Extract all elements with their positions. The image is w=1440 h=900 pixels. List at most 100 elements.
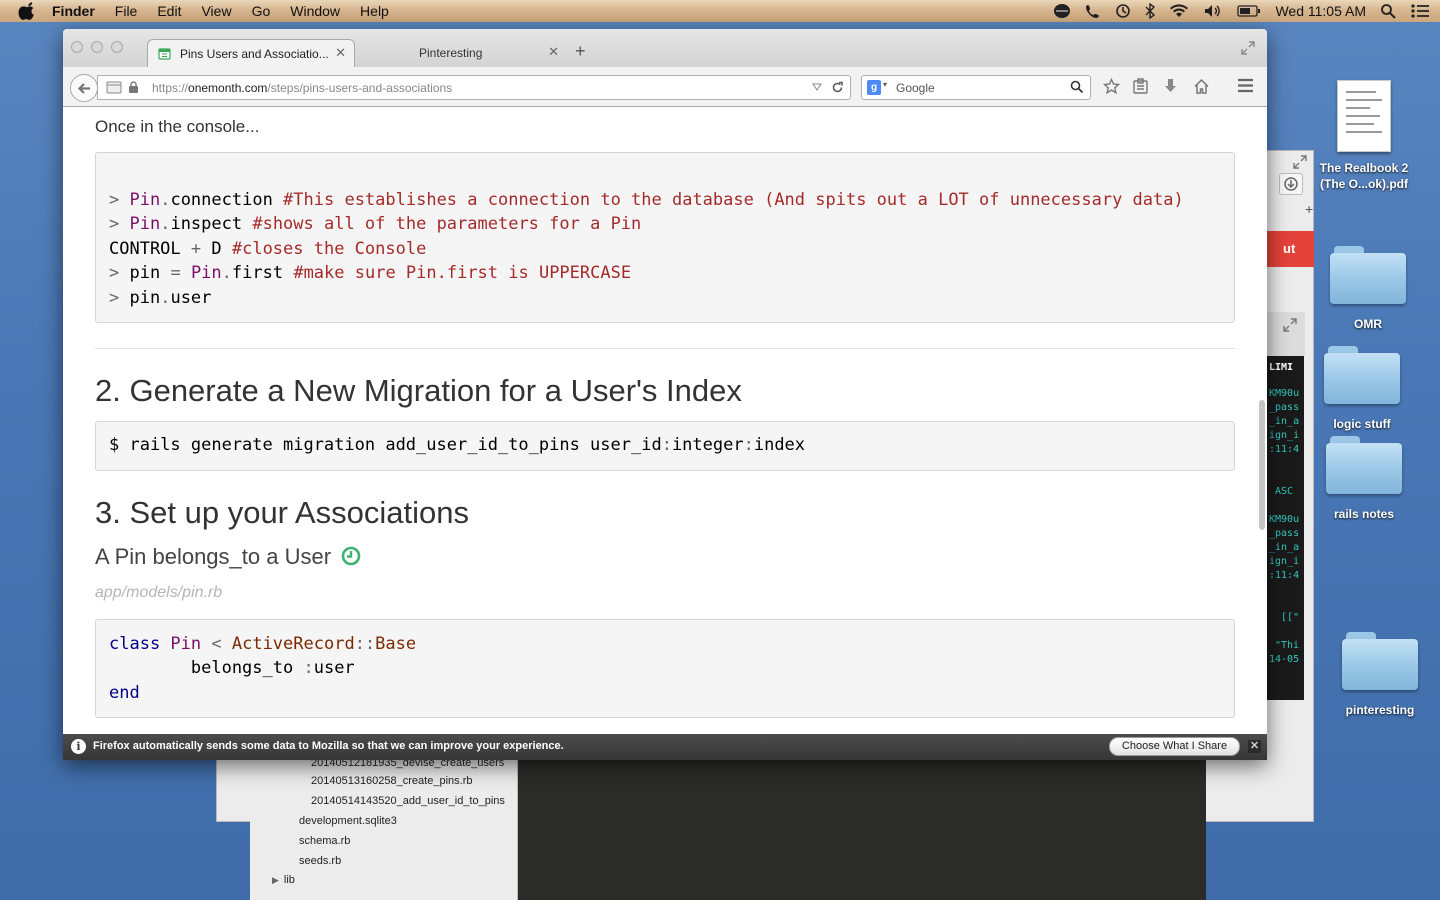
menu-window[interactable]: Window [290, 3, 340, 19]
code-token: . [160, 287, 171, 308]
red-button[interactable]: ut [1267, 231, 1314, 267]
tab-pins-users[interactable]: Pins Users and Associatio... ✕ [147, 39, 355, 68]
code-token: : [303, 658, 314, 679]
close-tab-icon[interactable]: ✕ [335, 45, 346, 61]
bookmark-star-icon[interactable] [1102, 77, 1121, 100]
url-history-dropdown-icon[interactable] [812, 81, 822, 95]
terminal-window[interactable]: LIMI KM90u _pass _in_a ign_i:11:4 ASC KM90u _pa… [1264, 312, 1305, 700]
code-token: Pin [129, 190, 161, 210]
code-token: #closes the Console [231, 238, 427, 259]
close-window-button[interactable] [71, 41, 83, 53]
back-button[interactable] [70, 74, 98, 102]
firefox-window: Pins Users and Associatio... ✕ Pinterest… [63, 29, 1267, 760]
disclosure-triangle-icon[interactable]: ▶ [272, 875, 279, 885]
calendar-favicon-icon [158, 47, 171, 63]
scrollbar-thumb[interactable] [1259, 400, 1265, 530]
bookmarks-menu-icon[interactable] [1133, 78, 1148, 100]
menu-help[interactable]: Help [360, 3, 389, 19]
code-token: . [160, 214, 171, 235]
scout-icon[interactable] [1053, 3, 1071, 19]
code-token: . [160, 190, 171, 210]
code-token: user [313, 658, 355, 679]
expand-icon[interactable] [1283, 318, 1297, 332]
url-text[interactable]: https://onemonth.com/steps/pins-users-an… [152, 81, 452, 95]
clock[interactable]: Wed 11:05 AM [1275, 3, 1366, 19]
code-token: CONTROL [109, 238, 191, 259]
code-token: index [753, 435, 806, 455]
menu-view[interactable]: View [201, 3, 231, 19]
download-button[interactable] [1279, 173, 1303, 195]
terminal-line: _in_a [1269, 542, 1300, 553]
code-token: Pin [190, 263, 222, 284]
folder-icon [1330, 246, 1406, 304]
menu-hamburger-icon[interactable] [1237, 78, 1254, 98]
phone-icon[interactable] [1085, 3, 1101, 19]
file-tree-folder[interactable]: ▶ lib [272, 874, 295, 886]
choose-what-i-share-button[interactable]: Choose What I Share [1109, 737, 1240, 756]
add-icon[interactable]: + [1305, 201, 1313, 217]
home-icon[interactable] [1193, 78, 1210, 100]
terminal-line: [[" [1281, 612, 1300, 623]
code-token: #make sure Pin.first is UPPERCASE [293, 263, 632, 284]
code-token: end [109, 682, 140, 703]
file-tree-item[interactable]: 20140513160258_create_pins.rb [311, 775, 472, 787]
desktop-icon-rails-notes[interactable]: rails notes [1309, 436, 1419, 522]
code-token: < [201, 634, 232, 654]
section-divider [95, 348, 1235, 349]
desktop-icon-omr[interactable]: OMR [1313, 246, 1423, 332]
terminal-titlebar[interactable] [1265, 312, 1305, 356]
menu-edit[interactable]: Edit [157, 3, 181, 19]
file-tree-item[interactable]: seeds.rb [299, 855, 341, 867]
desktop-icon-label: The Realbook 2 [1319, 161, 1409, 175]
time-machine-icon[interactable] [1115, 3, 1131, 19]
engine-dropdown-icon[interactable]: ▾ [883, 80, 887, 89]
code-line: CONTROL + D #closes the Console [109, 237, 1234, 261]
tab-pinteresting[interactable]: Pinteresting ✕ [363, 41, 563, 68]
code-line: > pin = Pin.first #make sure Pin.first i… [109, 261, 1234, 285]
desktop-icon-logic-stuff[interactable]: logic stuff [1307, 346, 1417, 432]
wifi-icon[interactable] [1169, 3, 1189, 19]
clock-icon [341, 546, 361, 566]
search-icon[interactable] [1070, 80, 1084, 97]
terminal-line: ign_i [1269, 430, 1300, 441]
code-token: first [231, 263, 294, 284]
lock-icon [128, 81, 139, 97]
downloads-icon[interactable] [1163, 78, 1178, 100]
spotlight-icon[interactable] [1380, 3, 1396, 19]
menu-finder[interactable]: Finder [52, 3, 95, 19]
file-tree-item[interactable]: schema.rb [299, 835, 350, 847]
new-tab-button[interactable]: + [575, 41, 586, 62]
expand-icon[interactable] [1293, 155, 1307, 174]
terminal-line: 14-05 [1269, 654, 1300, 665]
code-token: user [170, 287, 212, 308]
minimize-window-button[interactable] [91, 41, 103, 53]
volume-icon[interactable] [1203, 3, 1223, 19]
identity-icon[interactable] [106, 81, 122, 97]
desktop-icon-label: logic stuff [1333, 417, 1391, 431]
notification-center-icon[interactable] [1410, 3, 1430, 19]
bluetooth-icon[interactable] [1145, 3, 1156, 19]
section-heading-associations: 3. Set up your Associations [95, 495, 469, 530]
code-block-model: class Pin < ActiveRecord::Base belongs_t… [95, 619, 1235, 718]
search-bar[interactable]: g ▾ Google [861, 75, 1091, 100]
menu-go[interactable]: Go [252, 3, 271, 19]
desktop-icon-pinteresting[interactable]: pinteresting [1325, 632, 1435, 718]
battery-icon[interactable] [1237, 4, 1261, 18]
close-notification-icon[interactable]: ✕ [1248, 740, 1261, 753]
reload-icon[interactable] [831, 81, 844, 97]
desktop-icon-realbook-pdf[interactable]: The Realbook 2 (The O...ok).pdf [1309, 80, 1419, 192]
code-token: Pin [129, 214, 161, 235]
code-block-migration: $ rails generate migration add_user_id_t… [95, 421, 1235, 471]
browser-titlebar: Pins Users and Associatio... ✕ Pinterest… [63, 29, 1267, 68]
menu-file[interactable]: File [115, 3, 138, 19]
fullscreen-icon[interactable] [1241, 41, 1255, 60]
terminal-line: "Thi [1275, 640, 1300, 651]
apple-icon[interactable] [18, 2, 38, 20]
file-tree-item[interactable]: 20140514143520_add_user_id_to_pins [311, 795, 518, 807]
google-engine-icon[interactable]: g [867, 80, 881, 95]
file-tree-item[interactable]: development.sqlite3 [299, 815, 397, 827]
zoom-window-button[interactable] [111, 41, 123, 53]
url-bar[interactable]: https://onemonth.com/steps/pins-users-an… [97, 75, 851, 100]
close-tab-icon[interactable]: ✕ [548, 44, 559, 60]
